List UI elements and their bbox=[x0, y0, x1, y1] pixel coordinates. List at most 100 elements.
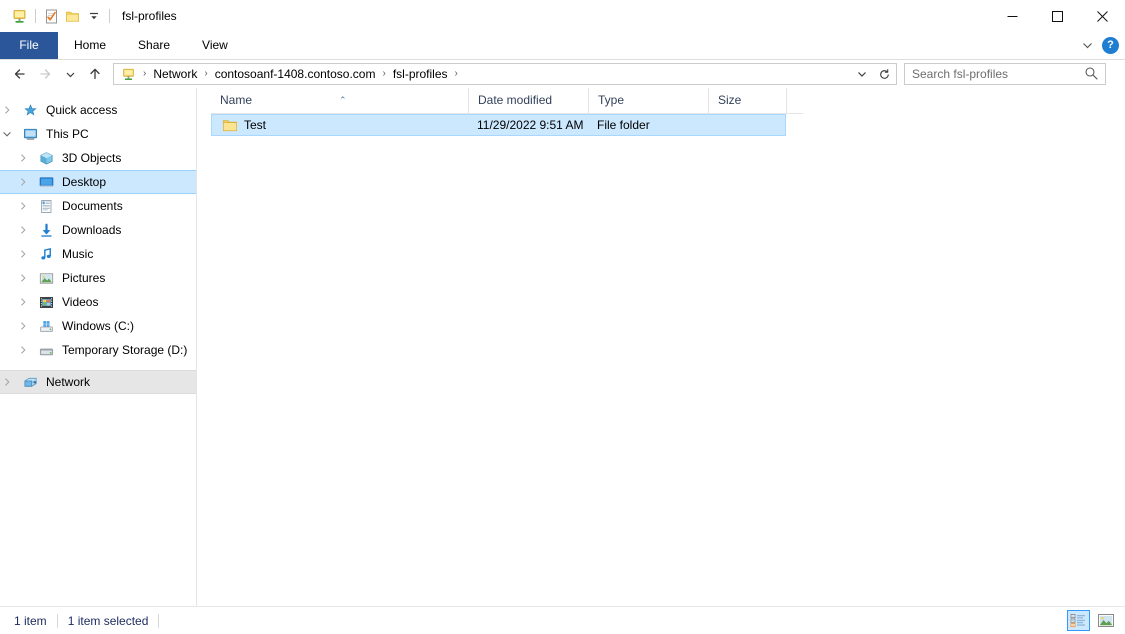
chevron-right-icon[interactable] bbox=[18, 321, 36, 331]
chevron-right-icon[interactable] bbox=[2, 105, 20, 115]
up-button[interactable] bbox=[83, 62, 107, 86]
sidebar-item-pictures[interactable]: Pictures bbox=[0, 266, 196, 290]
window-controls bbox=[990, 0, 1125, 32]
properties-icon[interactable] bbox=[41, 6, 62, 27]
ribbon-right-controls: ? bbox=[1081, 32, 1119, 59]
star-icon bbox=[20, 103, 40, 118]
chevron-right-icon[interactable] bbox=[18, 201, 36, 211]
window-title: fsl-profiles bbox=[122, 0, 177, 32]
forward-button bbox=[33, 62, 57, 86]
minimize-button[interactable] bbox=[990, 0, 1035, 32]
sidebar-item-videos[interactable]: Videos bbox=[0, 290, 196, 314]
details-view-button[interactable] bbox=[1067, 610, 1090, 631]
navigation-pane[interactable]: Quick access This PC 3D Objects Desktop Docu… bbox=[0, 88, 197, 606]
downloads-icon bbox=[36, 223, 56, 238]
sidebar-item-label: Documents bbox=[56, 199, 123, 213]
back-button[interactable] bbox=[8, 62, 32, 86]
column-header-date-modified[interactable]: Date modified bbox=[469, 88, 589, 113]
chevron-right-icon[interactable] bbox=[18, 153, 36, 163]
sidebar-item-label: Quick access bbox=[40, 103, 117, 117]
search-icon[interactable] bbox=[1084, 66, 1099, 81]
desktop-icon bbox=[36, 175, 56, 190]
ribbon-tab-bar: File Home Share View ? bbox=[0, 32, 1125, 60]
3d-objects-icon bbox=[36, 151, 56, 166]
tab-home[interactable]: Home bbox=[58, 32, 122, 59]
chevron-right-icon[interactable] bbox=[2, 377, 20, 387]
file-type-cell: File folder bbox=[588, 118, 708, 132]
sidebar-item-label: Videos bbox=[56, 295, 98, 309]
music-icon bbox=[36, 247, 56, 262]
breadcrumb-separator[interactable]: › bbox=[377, 64, 390, 84]
column-header-size[interactable]: Size bbox=[709, 88, 787, 113]
breadcrumb-item-share[interactable]: fsl-profiles bbox=[391, 64, 450, 84]
chevron-down-icon[interactable] bbox=[2, 129, 20, 139]
column-headers: Name ⌃ Date modified Type Size bbox=[211, 88, 803, 114]
help-icon[interactable]: ? bbox=[1102, 37, 1119, 54]
documents-icon bbox=[36, 199, 56, 214]
sidebar-item-label: Network bbox=[40, 375, 90, 389]
qat-separator-1 bbox=[35, 9, 36, 23]
local-disk-icon bbox=[36, 319, 56, 334]
maximize-button[interactable] bbox=[1035, 0, 1080, 32]
sidebar-item-this-pc[interactable]: This PC bbox=[0, 122, 196, 146]
address-dropdown-icon[interactable] bbox=[852, 64, 872, 84]
chevron-right-icon[interactable] bbox=[18, 249, 36, 259]
breadcrumb-item-network[interactable]: Network bbox=[151, 64, 199, 84]
chevron-down-icon[interactable] bbox=[1081, 39, 1094, 52]
ribbon-tabs: File Home Share View bbox=[0, 32, 1125, 59]
chevron-right-icon[interactable] bbox=[18, 177, 36, 187]
close-button[interactable] bbox=[1080, 0, 1125, 32]
tab-share[interactable]: Share bbox=[122, 32, 186, 59]
sidebar-item-downloads[interactable]: Downloads bbox=[0, 218, 196, 242]
sidebar-item-temporary-storage-d[interactable]: Temporary Storage (D:) bbox=[0, 338, 196, 362]
sidebar-item-windows-c[interactable]: Windows (C:) bbox=[0, 314, 196, 338]
column-header-name-label: Name bbox=[220, 93, 252, 107]
temp-disk-icon bbox=[36, 343, 56, 358]
file-name-cell[interactable]: Test bbox=[212, 117, 468, 133]
navigation-tree: Quick access This PC 3D Objects Desktop Docu… bbox=[0, 98, 196, 394]
address-bar: › Network › contosoanf-1408.contoso.com … bbox=[0, 60, 1125, 88]
search-input[interactable]: Search fsl-profiles bbox=[904, 63, 1106, 85]
sort-ascending-icon: ⌃ bbox=[339, 88, 347, 113]
customize-quick-access-toolbar-icon[interactable] bbox=[83, 6, 104, 27]
sidebar-item-quick-access[interactable]: Quick access bbox=[0, 98, 196, 122]
recent-locations-icon[interactable] bbox=[58, 62, 82, 86]
folder-icon bbox=[222, 117, 238, 133]
sidebar-item-desktop[interactable]: Desktop bbox=[0, 170, 196, 194]
table-row[interactable]: Test11/29/2022 9:51 AMFile folder bbox=[211, 114, 786, 136]
chevron-right-icon[interactable] bbox=[18, 225, 36, 235]
sidebar-item-documents[interactable]: Documents bbox=[0, 194, 196, 218]
network-icon bbox=[20, 375, 40, 390]
sidebar-item-music[interactable]: Music bbox=[0, 242, 196, 266]
file-rows: Test11/29/2022 9:51 AMFile folder bbox=[198, 114, 1125, 136]
search-placeholder: Search fsl-profiles bbox=[905, 64, 1008, 84]
status-selection-count: 1 item selected bbox=[68, 614, 149, 628]
breadcrumb-item-server[interactable]: contosoanf-1408.contoso.com bbox=[213, 64, 378, 84]
chevron-right-icon[interactable] bbox=[18, 345, 36, 355]
map-network-drive-icon[interactable] bbox=[9, 6, 30, 27]
new-folder-icon[interactable] bbox=[62, 6, 83, 27]
navigation-buttons bbox=[0, 62, 107, 86]
breadcrumb-separator[interactable]: › bbox=[138, 64, 151, 84]
sidebar-item-label: 3D Objects bbox=[56, 151, 121, 165]
column-header-name[interactable]: Name ⌃ bbox=[211, 88, 469, 113]
refresh-icon[interactable] bbox=[874, 64, 894, 84]
pictures-icon bbox=[36, 271, 56, 286]
tab-view[interactable]: View bbox=[186, 32, 244, 59]
breadcrumb-root-icon[interactable] bbox=[119, 67, 138, 82]
status-separator-2 bbox=[158, 614, 159, 628]
sidebar-item-network[interactable]: Network bbox=[0, 370, 196, 394]
sidebar-item-3d-objects[interactable]: 3D Objects bbox=[0, 146, 196, 170]
breadcrumb-separator[interactable]: › bbox=[450, 64, 463, 84]
chevron-right-icon[interactable] bbox=[18, 297, 36, 307]
file-list-pane[interactable]: Name ⌃ Date modified Type Size Test11/29… bbox=[198, 88, 1125, 606]
sidebar-item-label: Temporary Storage (D:) bbox=[56, 343, 187, 357]
column-header-type[interactable]: Type bbox=[589, 88, 709, 113]
status-separator-1 bbox=[57, 614, 58, 628]
quick-access-toolbar bbox=[0, 0, 115, 32]
large-icons-view-button[interactable] bbox=[1094, 610, 1117, 631]
breadcrumb-separator[interactable]: › bbox=[199, 64, 212, 84]
chevron-right-icon[interactable] bbox=[18, 273, 36, 283]
tab-file[interactable]: File bbox=[0, 32, 58, 59]
breadcrumb[interactable]: › Network › contosoanf-1408.contoso.com … bbox=[113, 63, 897, 85]
